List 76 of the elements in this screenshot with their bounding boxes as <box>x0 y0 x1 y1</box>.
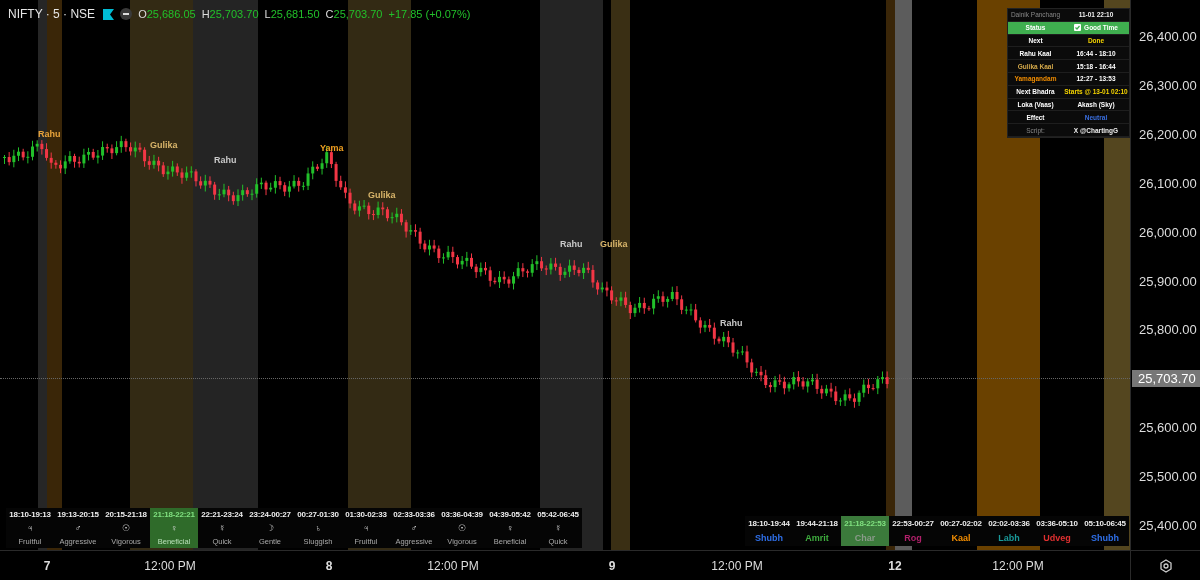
choghadiya-time: 19:44-21:18 <box>796 518 838 528</box>
price-tick: 25,500.00 <box>1139 469 1197 485</box>
planet-symbol: ♂ <box>410 523 418 533</box>
choghadiya-name: Kaal <box>951 533 971 544</box>
choghadiya-time: 05:10-06:45 <box>1084 518 1126 528</box>
zone-label: Rahu <box>38 129 61 139</box>
time-label: 12:00 PM <box>427 559 479 573</box>
zone-label: Rahu <box>560 239 583 249</box>
hora-time: 20:15-21:18 <box>105 510 147 519</box>
price-tick: 25,600.00 <box>1139 420 1197 436</box>
choghadiya-time: 18:10-19:44 <box>748 518 790 528</box>
time-label: 9 <box>608 559 616 573</box>
ohlc-value: H25,703.70 <box>201 8 259 20</box>
hora-time: 01:30-02:33 <box>345 510 387 519</box>
time-label: 12:00 PM <box>992 559 1044 573</box>
hora-time: 19:13-20:15 <box>57 510 99 519</box>
choghadiya-time: 02:02-03:36 <box>988 518 1030 528</box>
zone-label: Gulika <box>600 239 628 249</box>
choghadiya-time: 00:27-02:02 <box>940 518 982 528</box>
choghadiya-time: 22:53-00:27 <box>892 518 934 528</box>
planet-symbol: ♄ <box>314 523 322 533</box>
zone-label: Rahu <box>214 155 237 165</box>
choghadiya-name: Udveg <box>1043 533 1071 544</box>
time-label: 7 <box>43 559 51 573</box>
planet-symbol: ☉ <box>458 523 466 533</box>
hora-time: 04:39-05:42 <box>489 510 531 519</box>
planet-symbol: ☽ <box>266 523 274 533</box>
price-tick: 26,000.00 <box>1139 224 1197 240</box>
last-price-label: 25,703.70 <box>1132 370 1200 387</box>
planet-symbol: ♀ <box>506 523 514 533</box>
flag-icon[interactable] <box>103 8 115 20</box>
hora-time: 03:36-04:39 <box>441 510 483 519</box>
zone-label: Gulika <box>368 190 396 200</box>
hora-time: 05:42-06:45 <box>537 510 579 519</box>
price-tick: 25,400.00 <box>1139 518 1197 533</box>
choghadiya-name: Shubh <box>755 533 783 544</box>
planet-symbol: ☉ <box>122 523 130 533</box>
planet-symbol: ♀ <box>170 523 178 533</box>
price-tick: 26,100.00 <box>1139 175 1197 191</box>
time-label: 12:00 PM <box>144 559 196 573</box>
time-label: 8 <box>325 559 333 573</box>
hora-time: 23:24-00:27 <box>249 510 291 519</box>
price-tick: 25,900.00 <box>1139 273 1197 289</box>
ohlc-value: O25,686.05 <box>138 8 196 20</box>
planet-symbol: ♂ <box>74 523 82 533</box>
price-tick: 26,200.00 <box>1139 126 1197 142</box>
hora-time: 00:27-01:30 <box>297 510 339 519</box>
choghadiya-name: Rog <box>904 533 922 544</box>
planet-symbol: ♃ <box>362 523 370 533</box>
zone-label: Rahu <box>720 318 743 328</box>
hora-time: 22:21-23:24 <box>201 510 243 519</box>
hora-time: 02:33-03:36 <box>393 510 435 519</box>
planet-symbol: ☿ <box>554 523 562 533</box>
ohlc-value: C25,703.70 <box>325 8 383 20</box>
choghadiya-time: 21:18-22:53 <box>844 518 886 528</box>
price-tick: 26,400.00 <box>1139 29 1197 44</box>
choghadiya-name: Amrit <box>805 533 829 544</box>
zone-label: Yama <box>320 143 344 153</box>
zone-label: Gulika <box>150 140 178 150</box>
ohlc-value: L25,681.50 <box>264 8 320 20</box>
choghadiya-time: 03:36-05:10 <box>1036 518 1078 528</box>
planet-symbol: ♃ <box>26 523 34 533</box>
symbol-title[interactable]: NIFTY · 5 · NSE <box>8 7 96 21</box>
settings-icon[interactable] <box>1158 558 1173 573</box>
time-label: 12:00 PM <box>711 559 763 573</box>
hora-time: 18:10-19:13 <box>9 510 51 519</box>
choghadiya-name: Labh <box>998 533 1020 544</box>
choghadiya-name: Shubh <box>1091 533 1119 544</box>
change-value: +17.85 (+0.07%) <box>388 8 471 20</box>
time-label: 12 <box>888 559 902 573</box>
planet-symbol: ☿ <box>218 523 226 533</box>
price-tick: 26,300.00 <box>1139 77 1197 93</box>
choghadiya-name: Char <box>854 533 876 544</box>
hora-time: 21:18-22:21 <box>153 510 195 519</box>
price-tick: 25,800.00 <box>1139 322 1197 338</box>
minus-icon[interactable] <box>120 8 133 20</box>
